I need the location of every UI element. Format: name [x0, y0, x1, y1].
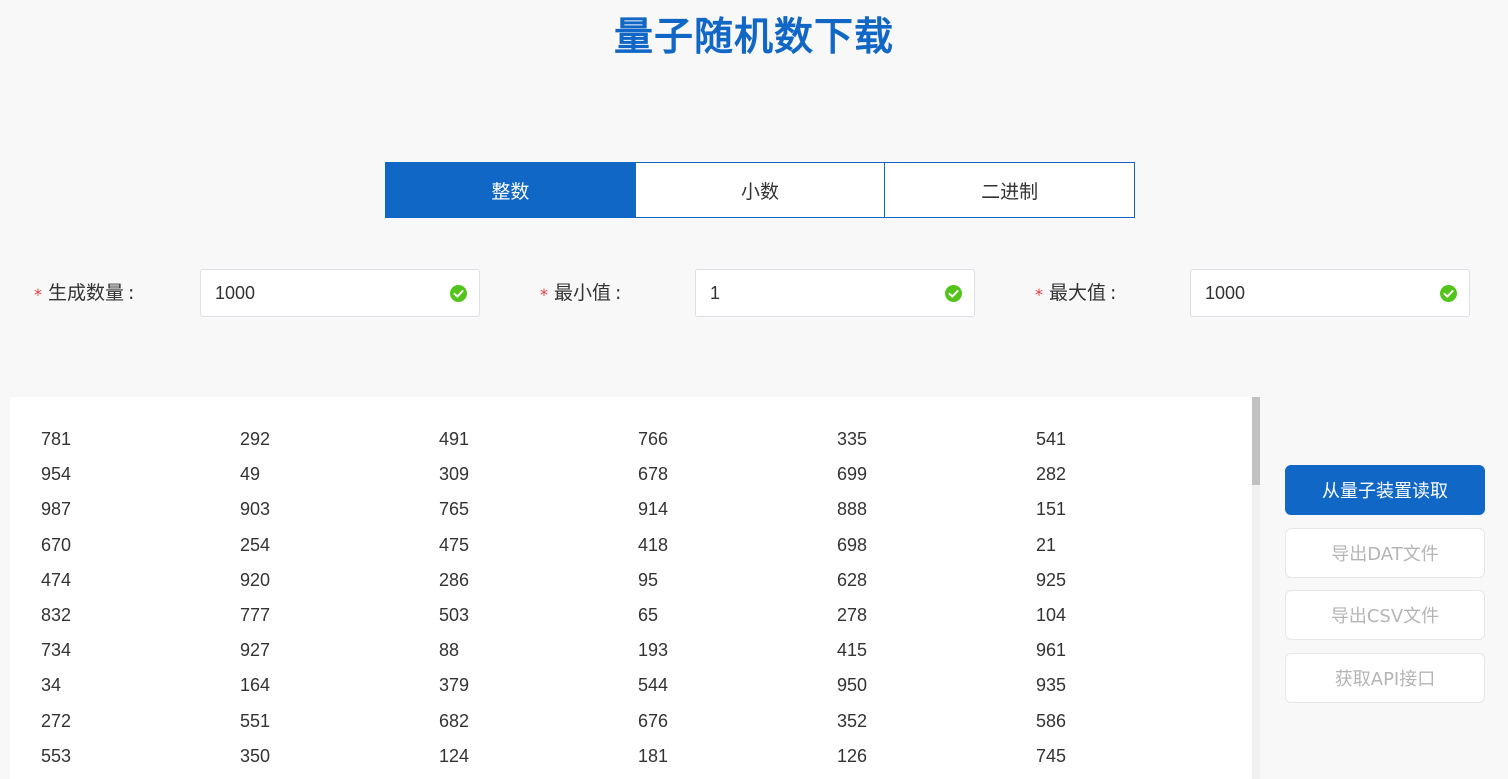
number-cell: 888	[837, 499, 868, 520]
number-cell: 745	[1036, 745, 1067, 766]
min-label-text: 最小值	[554, 282, 612, 304]
number-cell: 765	[439, 499, 470, 520]
number-cell: 950	[837, 675, 868, 696]
count-field	[200, 269, 480, 317]
number-cell: 678	[638, 464, 669, 485]
number-cell: 586	[1036, 710, 1067, 731]
number-cell: 278	[837, 604, 868, 625]
number-cell: 164	[240, 675, 271, 696]
number-cell: 65	[638, 604, 659, 625]
number-cell: 954	[41, 464, 72, 485]
number-cell: 699	[837, 464, 868, 485]
number-type-tabs: 整数 小数 二进制	[385, 162, 1135, 218]
label-colon: :	[615, 282, 622, 304]
number-cell: 95	[638, 569, 659, 590]
required-mark: *	[34, 285, 42, 304]
scrollbar-thumb[interactable]	[1252, 397, 1260, 485]
number-cell: 474	[41, 569, 72, 590]
number-cell: 104	[1036, 604, 1067, 625]
number-cell: 286	[439, 569, 470, 590]
tab-integer[interactable]: 整数	[386, 163, 636, 217]
min-input[interactable]	[696, 270, 930, 316]
number-cell: 903	[240, 499, 271, 520]
number-cell: 544	[638, 675, 669, 696]
number-cell: 927	[240, 640, 271, 661]
number-cell: 282	[1036, 464, 1067, 485]
number-cell: 935	[1036, 675, 1067, 696]
number-cell: 670	[41, 534, 72, 555]
label-colon: :	[1110, 282, 1117, 304]
number-cell: 551	[240, 710, 271, 731]
read-from-quantum-device-button[interactable]: 从量子装置读取	[1285, 465, 1485, 515]
tab-decimal[interactable]: 小数	[636, 163, 886, 217]
count-label: * 生成数量:	[34, 269, 134, 317]
number-cell: 676	[638, 710, 669, 731]
number-cell: 925	[1036, 569, 1067, 590]
number-cell: 34	[41, 675, 62, 696]
number-cell: 418	[638, 534, 669, 555]
number-cell: 781	[41, 429, 72, 449]
number-cell: 475	[439, 534, 470, 555]
required-mark: *	[1035, 285, 1043, 304]
number-cell: 491	[439, 429, 470, 449]
max-label-text: 最大值	[1049, 282, 1107, 304]
number-cell: 987	[41, 499, 72, 520]
number-cell: 832	[41, 604, 72, 625]
number-cell: 541	[1036, 429, 1067, 449]
count-input[interactable]	[201, 270, 435, 316]
number-cell: 734	[41, 640, 72, 661]
number-cell: 553	[41, 745, 72, 766]
number-cell: 88	[439, 640, 460, 661]
min-field	[695, 269, 975, 317]
number-cell: 352	[837, 710, 868, 731]
number-cell: 254	[240, 534, 271, 555]
number-cell: 151	[1036, 499, 1067, 520]
number-cell: 379	[439, 675, 470, 696]
number-cell: 181	[638, 745, 669, 766]
number-cell: 698	[837, 534, 868, 555]
number-cell: 309	[439, 464, 470, 485]
label-colon: :	[128, 282, 135, 304]
number-cell: 350	[240, 745, 271, 766]
number-cell: 777	[240, 604, 271, 625]
scrollbar-track[interactable]	[1252, 397, 1260, 779]
number-cell: 21	[1036, 534, 1057, 555]
get-api-button[interactable]: 获取API接口	[1285, 653, 1485, 703]
number-grid: 781 292 491 766 335 541 954 49 309 678 699 282 987 90…	[41, 423, 1235, 775]
max-field	[1190, 269, 1470, 317]
number-cell: 335	[837, 429, 868, 449]
random-number-panel: 781 292 491 766 335 541 954 49 309 678 699 282 987 90…	[10, 397, 1260, 779]
number-cell: 126	[837, 745, 868, 766]
max-label: * 最大值:	[1035, 269, 1116, 317]
export-dat-button[interactable]: 导出DAT文件	[1285, 528, 1485, 578]
count-label-text: 生成数量	[48, 282, 125, 304]
number-cell: 628	[837, 569, 868, 590]
number-cell: 914	[638, 499, 669, 520]
page-title: 量子随机数下载	[613, 15, 894, 60]
required-mark: *	[540, 285, 548, 304]
number-cell: 272	[41, 710, 72, 731]
number-cell: 49	[240, 464, 261, 485]
export-csv-button[interactable]: 导出CSV文件	[1285, 590, 1485, 640]
number-cell: 766	[638, 429, 669, 449]
check-icon	[450, 285, 467, 302]
number-cell: 961	[1036, 640, 1067, 661]
min-label: * 最小值:	[540, 269, 621, 317]
number-cell: 682	[439, 710, 470, 731]
number-cell: 124	[439, 745, 470, 766]
number-cell: 193	[638, 640, 669, 661]
number-cell: 503	[439, 604, 470, 625]
number-cell: 920	[240, 569, 271, 590]
number-cell: 415	[837, 640, 868, 661]
tab-binary[interactable]: 二进制	[885, 163, 1134, 217]
number-cell: 292	[240, 429, 271, 449]
max-input[interactable]	[1191, 270, 1425, 316]
check-icon	[1440, 285, 1457, 302]
check-icon	[945, 285, 962, 302]
